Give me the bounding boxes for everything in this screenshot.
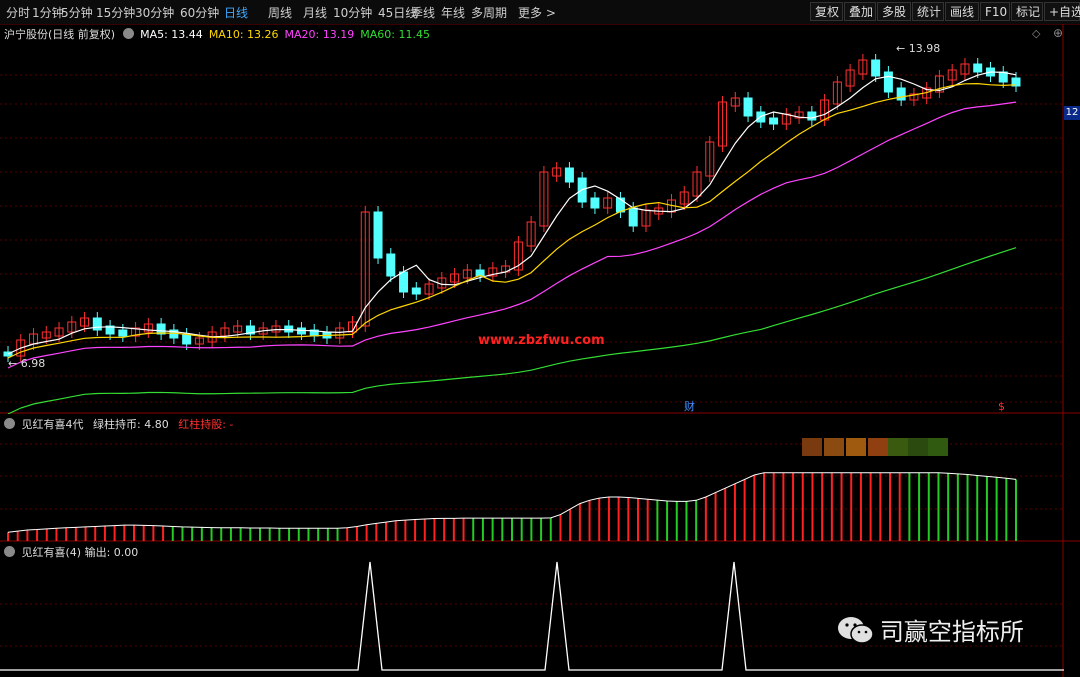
- tab-period-3[interactable]: 15分钟: [96, 4, 135, 21]
- candle-body: [973, 63, 983, 73]
- red-bar-label: 红柱持股: -: [178, 418, 234, 431]
- toolbar-button-4[interactable]: 画线: [945, 2, 979, 21]
- candle-body: [628, 207, 638, 227]
- candle-body: [411, 287, 421, 295]
- candle-body: [182, 333, 192, 345]
- tab-period-1[interactable]: 1分钟: [32, 4, 64, 21]
- indicator2-value: 0.00: [113, 546, 139, 559]
- settings-circle-icon[interactable]: [122, 28, 134, 39]
- toolbar-button-2[interactable]: 多股: [877, 2, 911, 21]
- stock-title: 沪宁股份(日线 前复权): [4, 28, 116, 41]
- signal-block: [868, 438, 888, 456]
- candle-body: [769, 117, 779, 125]
- candle-body: [564, 167, 574, 183]
- candle-body: [399, 271, 409, 293]
- main-chart-legend: 沪宁股份(日线 前复权) MA5: 13.44 MA10: 13.26 MA20: …: [4, 26, 436, 42]
- signal-block: [908, 438, 928, 456]
- toolbar-button-3[interactable]: 统计: [912, 2, 944, 21]
- toolbar-button-5[interactable]: F10: [980, 2, 1010, 21]
- ma-label-1: MA10: 13.26: [208, 28, 279, 41]
- signal-block: [846, 438, 866, 456]
- wechat-icon: [838, 616, 874, 644]
- tab-period-5[interactable]: 60分钟: [180, 4, 219, 21]
- signal-block: [928, 438, 948, 456]
- signal-block: [802, 438, 822, 456]
- candle-body: [883, 71, 893, 93]
- indicator2-chart[interactable]: [0, 542, 1080, 677]
- ma-label-0: MA5: 13.44: [140, 28, 203, 41]
- candle-body: [386, 253, 396, 277]
- expand-icon[interactable]: ⊕: [1053, 26, 1063, 40]
- ma-label-3: MA60: 11.45: [360, 28, 430, 41]
- indicator-settings-icon[interactable]: [4, 546, 15, 557]
- site-watermark: www.zbzfwu.com: [478, 333, 605, 348]
- tab-period-0[interactable]: 分时: [6, 4, 30, 21]
- tab-period-12[interactable]: 年线: [441, 4, 465, 21]
- tab-period-11[interactable]: 季线: [411, 4, 435, 21]
- indicator1-legend: 见红有喜4代 绿柱持币: 4.80 红柱持股: -: [4, 416, 233, 432]
- tab-period-4[interactable]: 30分钟: [135, 4, 174, 21]
- period-toolbar: 分时 1分钟 5分钟 15分钟 30分钟 60分钟 日线 周线 月线 10分钟 45日线 季线 年线 多周…: [0, 0, 1080, 25]
- tab-period-7[interactable]: 周线: [268, 4, 292, 21]
- candle-body: [871, 59, 881, 77]
- diamond-icon[interactable]: ◇: [1032, 27, 1040, 40]
- indicator2-title: 见红有喜(4) 输出:: [21, 546, 111, 559]
- indicator-settings-icon[interactable]: [4, 418, 15, 429]
- main-candlestick-chart[interactable]: ← 13.98 ← 6.98 www.zbzfwu.com 财 $: [0, 24, 1080, 414]
- indicator1-title: 见红有喜4代: [21, 418, 84, 431]
- candle-body: [373, 211, 383, 259]
- signal-block: [888, 438, 908, 456]
- tab-period-14[interactable]: 更多 >: [518, 4, 556, 21]
- ma10-line: [7, 82, 1017, 359]
- candle-body: [807, 111, 817, 121]
- signal-block: [824, 438, 844, 456]
- brand-name: 司赢空指标所: [879, 618, 1024, 646]
- candle-body: [92, 317, 102, 331]
- tab-period-13[interactable]: 多周期: [471, 4, 507, 21]
- dividend-marker[interactable]: $: [998, 400, 1005, 413]
- green-bar-label: 绿柱持币: 4.80: [93, 418, 169, 431]
- candle-body: [590, 197, 600, 209]
- toolbar-button-7[interactable]: +自选: [1044, 2, 1080, 21]
- ma-label-2: MA20: 13.19: [284, 28, 355, 41]
- ma5-line: [7, 71, 1017, 355]
- tab-period-2[interactable]: 5分钟: [61, 4, 93, 21]
- tab-period-6[interactable]: 日线: [224, 4, 248, 21]
- candle-body: [896, 87, 906, 101]
- indicator2-legend: 见红有喜(4) 输出: 0.00: [4, 544, 138, 560]
- toolbar-button-0[interactable]: 复权: [810, 2, 843, 21]
- price-tag: 12: [1064, 106, 1080, 120]
- candle-body: [743, 97, 753, 117]
- tab-period-9[interactable]: 10分钟: [333, 4, 372, 21]
- brand-watermark: 司赢空指标所: [836, 612, 1024, 647]
- high-price-label: ← 13.98: [896, 42, 940, 55]
- indicator1-chart[interactable]: [0, 414, 1080, 542]
- finance-marker[interactable]: 财: [684, 399, 695, 413]
- toolbar-button-1[interactable]: 叠加: [844, 2, 876, 21]
- candle-body: [615, 197, 625, 213]
- toolbar-button-6[interactable]: 标记: [1011, 2, 1043, 21]
- ma-labels: MA5: 13.44 MA10: 13.26 MA20: 13.19 MA60: 11…: [140, 28, 436, 41]
- tab-period-8[interactable]: 月线: [303, 4, 327, 21]
- low-price-label: ← 6.98: [8, 357, 45, 370]
- candle-body: [118, 329, 128, 337]
